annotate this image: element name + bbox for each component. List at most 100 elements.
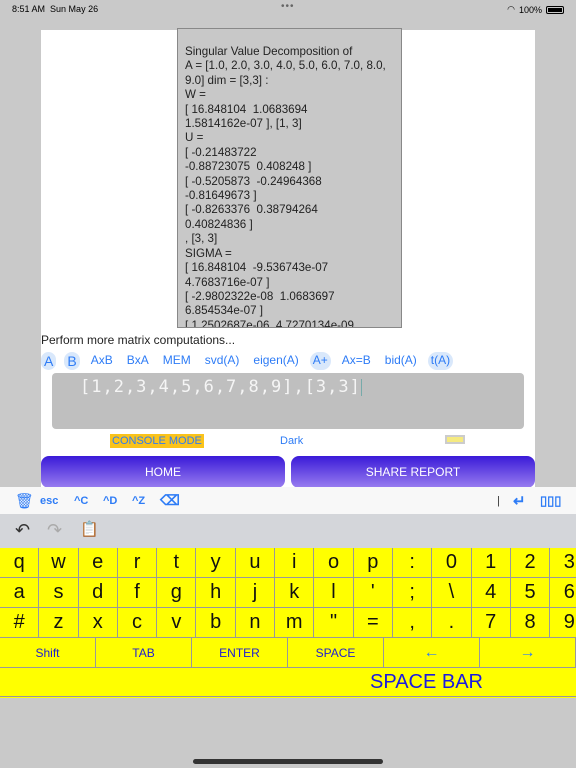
key[interactable]: j <box>235 578 276 608</box>
key[interactable]: : <box>392 548 433 578</box>
ctrl-z-button[interactable]: ^Z <box>132 495 145 507</box>
function-key[interactable]: SPACE <box>288 638 384 668</box>
key[interactable]: 8 <box>510 608 551 638</box>
key[interactable]: = <box>353 608 393 638</box>
chip-eigen-a-[interactable]: eigen(A) <box>250 352 301 370</box>
key[interactable]: " <box>314 608 354 638</box>
key[interactable]: l <box>314 578 354 608</box>
key[interactable]: x <box>78 608 118 638</box>
chip-bxa[interactable]: BxA <box>124 352 152 370</box>
toggle-switch[interactable] <box>445 435 465 444</box>
columns-icon[interactable]: ▯▯▯ <box>540 493 561 509</box>
key[interactable]: r <box>117 548 158 578</box>
key[interactable]: ; <box>392 578 433 608</box>
key[interactable]: h <box>196 578 236 608</box>
matrix-input[interactable]: [1,2,3,4,5,6,7,8,9],[3,3] <box>52 373 524 429</box>
key[interactable]: n <box>235 608 276 638</box>
key[interactable]: c <box>117 608 158 638</box>
output-console[interactable]: Singular Value Decomposition of A = [1.0… <box>177 28 402 328</box>
keyboard-toolbar: ↶ ↷ 📋 <box>0 514 576 548</box>
key[interactable]: 9 <box>550 608 576 638</box>
function-key-row: Shift TAB ENTER SPACE ← → <box>0 638 576 668</box>
key[interactable]: q <box>0 548 40 578</box>
esc-button[interactable]: esc <box>40 495 58 507</box>
key[interactable]: m <box>275 608 315 638</box>
paste-icon[interactable]: 📋 <box>80 520 99 538</box>
custom-keyboard: qwertyuiop:0123 a s d f g h j k l '; \ 4 5 6 # z x c v b n m… <box>0 548 576 698</box>
key[interactable]: y <box>196 548 236 578</box>
key[interactable]: 6 <box>550 578 576 608</box>
prompt-label: Perform more matrix computations... <box>41 333 236 347</box>
function-key[interactable]: ENTER <box>192 638 288 668</box>
main-card: Singular Value Decomposition of A = [1.0… <box>41 28 535 490</box>
ctrl-c-button[interactable]: ^C <box>74 495 88 507</box>
key-row: # z x c v b n m " =,. 7 8 9 <box>0 608 576 638</box>
key[interactable]: 0 <box>432 548 472 578</box>
console-mode-button[interactable]: CONSOLE MODE <box>110 434 204 448</box>
chip-a-[interactable]: A+ <box>309 352 331 370</box>
chip-axb[interactable]: AxB <box>88 352 116 370</box>
cursor-icon: | <box>497 494 500 507</box>
key[interactable]: b <box>196 608 236 638</box>
key[interactable]: 1 <box>471 548 511 578</box>
function-key[interactable]: Shift <box>0 638 96 668</box>
key[interactable]: i <box>275 548 315 578</box>
undo-icon[interactable]: ↶ <box>15 520 30 541</box>
key[interactable]: a <box>0 578 40 608</box>
backspace-icon[interactable]: ⌫ <box>160 492 180 509</box>
key[interactable]: p <box>353 548 393 578</box>
function-key[interactable]: TAB <box>96 638 192 668</box>
key[interactable]: z <box>39 608 79 638</box>
key[interactable]: 2 <box>510 548 551 578</box>
status-time: 8:51 AM Sun May 26 <box>12 4 99 14</box>
key[interactable]: , <box>392 608 433 638</box>
key[interactable]: 5 <box>510 578 551 608</box>
key[interactable]: 3 <box>550 548 576 578</box>
key[interactable]: g <box>157 578 197 608</box>
chip-svd-a-[interactable]: svd(A) <box>202 352 243 370</box>
key[interactable]: . <box>432 608 472 638</box>
redo-icon[interactable]: ↷ <box>47 520 62 541</box>
dark-mode-button[interactable]: Dark <box>280 435 303 447</box>
key[interactable]: ' <box>353 578 393 608</box>
key[interactable]: 4 <box>471 578 511 608</box>
key[interactable]: w <box>39 548 79 578</box>
key[interactable]: e <box>78 548 118 578</box>
status-right: ◠ 100% <box>507 4 564 15</box>
multitasking-dots-icon[interactable]: ••• <box>281 1 295 12</box>
text-caret <box>360 378 362 396</box>
key[interactable]: v <box>157 608 197 638</box>
space-bar-key[interactable]: SPACE BAR <box>0 668 576 697</box>
key-row: qwertyuiop:0123 <box>0 548 576 578</box>
chip-t-a-[interactable]: t(A) <box>427 352 454 370</box>
return-icon[interactable]: ↵ <box>513 492 526 510</box>
key[interactable]: u <box>235 548 276 578</box>
chip-mem[interactable]: MEM <box>160 352 194 370</box>
key[interactable]: \ <box>432 578 472 608</box>
key[interactable]: o <box>314 548 354 578</box>
battery-percent: 100% <box>518 4 542 15</box>
trash-icon[interactable]: 🗑 <box>15 492 34 510</box>
key[interactable]: 7 <box>471 608 511 638</box>
home-indicator[interactable] <box>193 759 383 764</box>
key[interactable]: k <box>275 578 315 608</box>
key[interactable]: t <box>157 548 197 578</box>
key[interactable]: d <box>78 578 118 608</box>
share-report-button[interactable]: SHARE REPORT <box>291 456 535 488</box>
function-key[interactable]: → <box>480 638 576 668</box>
operation-chips: A B AxB BxA MEM svd(A) eigen(A) A+ Ax=B bid(A) t(A… <box>41 352 461 370</box>
key-row: a s d f g h j k l '; \ 4 5 6 <box>0 578 576 608</box>
ctrl-d-button[interactable]: ^D <box>103 495 117 507</box>
status-bar: 8:51 AM Sun May 26 ••• ◠ 100% <box>0 0 576 18</box>
key[interactable]: f <box>117 578 158 608</box>
keyboard-accessory-bar: 🗑 esc ^C ^D ^Z ⌫ | ↵ ▯▯▯ <box>0 487 576 514</box>
home-button[interactable]: HOME <box>41 456 285 488</box>
function-key[interactable]: ← <box>384 638 480 668</box>
key[interactable]: # <box>0 608 40 638</box>
key[interactable]: s <box>39 578 79 608</box>
chip-b[interactable]: B <box>64 352 80 370</box>
chip-a[interactable]: A <box>41 352 57 370</box>
wifi-icon: ◠ <box>507 4 515 14</box>
chip-bid-a-[interactable]: bid(A) <box>382 352 420 370</box>
chip-ax-b[interactable]: Ax=B <box>339 352 374 370</box>
